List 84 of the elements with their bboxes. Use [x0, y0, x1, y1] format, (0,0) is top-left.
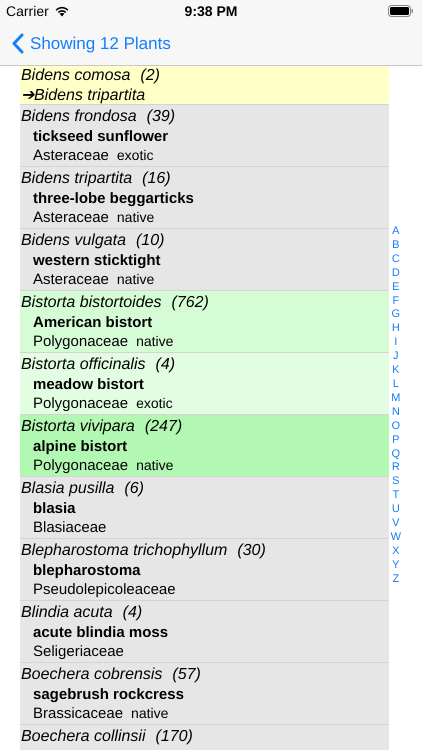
common-name: tickseed sunflower [32, 127, 168, 146]
scientific-name: Blindia acuta (4) [21, 603, 142, 622]
family-name: Blasiaceae [33, 518, 106, 537]
index-letter[interactable]: Z [392, 572, 400, 587]
common-name: acute blindia moss [32, 623, 168, 642]
index-letter[interactable]: K [392, 364, 400, 378]
status-label: exotic [136, 394, 173, 413]
index-letter[interactable]: B [392, 238, 400, 253]
back-button[interactable]: Showing 12 Plants [12, 30, 171, 56]
wifi-icon [54, 5, 70, 17]
common-name: American bistort [32, 313, 152, 332]
index-letter[interactable]: W [390, 530, 401, 545]
index-letter[interactable]: Q [392, 448, 400, 462]
scientific-name: Bidens frondosa (39) [21, 107, 176, 126]
index-letter[interactable]: I [394, 336, 398, 350]
index-letter[interactable]: Y [392, 558, 400, 573]
common-name: meadow bistort [32, 375, 144, 394]
index-letter[interactable]: J [393, 350, 399, 364]
index-letter[interactable]: D [392, 266, 400, 281]
status-label: exotic [116, 146, 154, 165]
family-name: Polygonaceae [33, 394, 128, 413]
family-name: Asteraceae [33, 146, 109, 165]
scientific-name: Bistorta bistortoides (762) [21, 293, 209, 312]
carrier-label: Carrier [6, 2, 49, 20]
plant-row[interactable]: Blepharostoma trichophyllum (30) blepharostoma Pseudolepicoleaceae [20, 538, 389, 600]
status-label: native [136, 332, 174, 351]
scientific-name: Bidens comosa (2) [21, 66, 160, 85]
scientific-name: Boechera cobrensis (57) [21, 665, 201, 684]
family-name: Brassicaceae [33, 704, 124, 723]
battery-icon [388, 5, 414, 17]
index-letter[interactable]: G [392, 308, 400, 322]
family-name: Asteraceae [33, 208, 109, 227]
index-letter[interactable]: N [392, 406, 400, 420]
common-name: alpine bistort [32, 437, 128, 456]
plant-row[interactable]: Bistorta bistortoides (762) American bistort Polygonaceae native [20, 290, 389, 352]
plant-row[interactable]: Blasia pusilla (6) blasia Blasiaceae [20, 476, 389, 538]
plant-row[interactable]: Bidens vulgata (10) western sticktight Asteraceae native [20, 228, 389, 290]
index-letter[interactable]: A [392, 225, 400, 239]
clock-time: 9:38 PM [184, 2, 238, 20]
plant-row[interactable]: Boechera collinsii (170) [20, 724, 389, 750]
index-letter[interactable]: X [392, 544, 400, 559]
index-letter[interactable]: T [392, 489, 400, 504]
scientific-name: Blepharostoma trichophyllum (30) [21, 541, 266, 560]
scientific-name: Bidens vulgata (10) [21, 231, 164, 250]
scientific-name: Blasia pusilla (6) [21, 479, 144, 498]
status-label: native [136, 456, 174, 475]
index-letter[interactable]: H [392, 322, 400, 336]
index-letter[interactable]: C [392, 252, 400, 267]
plant-row[interactable]: Bistorta vivipara (247) alpine bistort Polygonaceae native [20, 414, 389, 476]
index-letter[interactable]: E [392, 280, 400, 295]
common-name: three-lobe beggarticks [32, 189, 194, 208]
index-letter[interactable]: O [392, 420, 400, 434]
index-letter[interactable]: M [391, 392, 400, 406]
plant-row[interactable]: Blindia acuta (4) acute blindia moss Seligeriaceae [20, 600, 389, 662]
family-name: Polygonaceae [33, 456, 128, 475]
plant-row[interactable]: Bidens tripartita (16) three-lobe beggarticks Asteraceae native [20, 166, 389, 228]
family-name: Seligeriaceae [33, 642, 124, 661]
status-label: native [116, 208, 154, 227]
family-name: Asteraceae [33, 270, 109, 289]
plant-row[interactable]: Bidens comosa (2) ➔Bidens tripartita [20, 66, 389, 104]
plant-row[interactable]: Bidens frondosa (39) tickseed sunflower Asteraceae exotic [20, 104, 389, 166]
scientific-name: Bidens tripartita (16) [21, 169, 171, 188]
back-chevron-icon [12, 33, 24, 54]
index-letter[interactable]: F [392, 294, 400, 308]
common-name: western sticktight [32, 251, 161, 270]
scientific-name: Bistorta officinalis (4) [21, 355, 176, 374]
index-letter[interactable]: R [392, 461, 400, 476]
plant-row[interactable]: Boechera cobrensis (57) sagebrush rockcress Brassicaceae native [20, 662, 389, 724]
common-name: blasia [32, 499, 76, 518]
common-name: sagebrush rockcress [32, 685, 184, 704]
scientific-name: Boechera collinsii (170) [21, 727, 193, 746]
status-label: native [131, 704, 168, 723]
family-name: Polygonaceae [33, 332, 128, 351]
index-letter[interactable]: L [392, 378, 399, 392]
index-letter[interactable]: U [392, 503, 400, 518]
scientific-name: Bistorta vivipara (247) [21, 417, 182, 436]
plant-row[interactable]: Bistorta officinalis (4) meadow bistort Polygonaceae exotic [20, 352, 389, 414]
family-name: Pseudolepicoleaceae [33, 580, 176, 599]
common-name: blepharostoma [32, 561, 141, 580]
index-letter[interactable]: S [392, 475, 400, 490]
index-letter[interactable]: P [392, 434, 400, 448]
index-letter[interactable]: V [392, 517, 400, 531]
status-label: native [116, 270, 154, 289]
accepted-name: ➔Bidens tripartita [21, 86, 146, 105]
